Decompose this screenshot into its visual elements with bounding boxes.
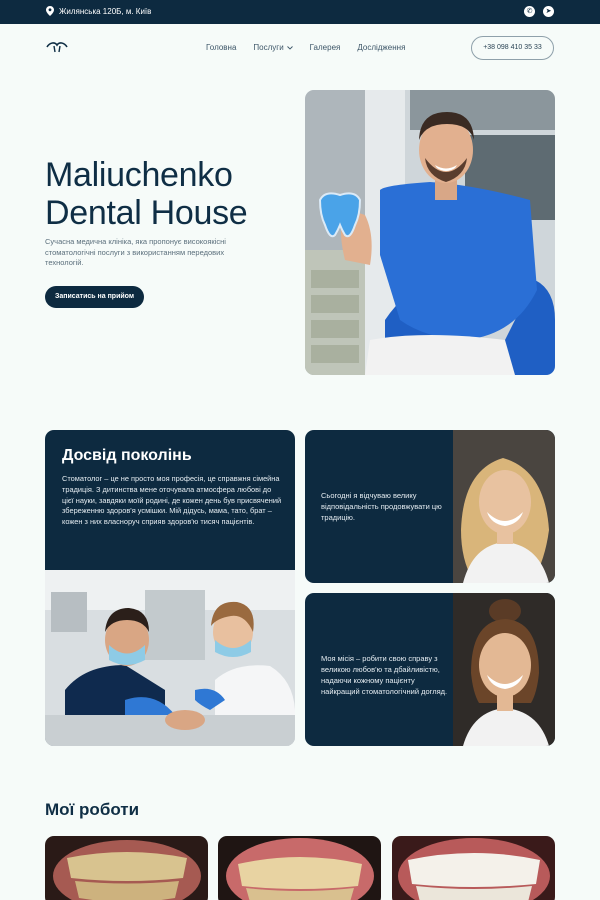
woman-portrait-2	[453, 593, 555, 746]
chevron-down-icon	[286, 45, 293, 50]
experience-title: Досвід поколінь	[62, 447, 192, 464]
works-title: Мої роботи	[45, 800, 140, 819]
nav-item-home[interactable]: Головна	[206, 43, 236, 52]
treatment-photo	[45, 570, 295, 746]
whatsapp-icon[interactable]: ✆	[524, 6, 535, 17]
nav-item-research[interactable]: Дослідження	[357, 43, 405, 52]
dentist-photo	[305, 90, 555, 375]
nav-item-services-label: Послуги	[253, 43, 284, 52]
mission-text: Моя місія – робити свою справу з великою…	[321, 654, 448, 696]
book-appointment-button[interactable]: Записатись на прийом	[45, 286, 144, 308]
nav-menu: Головна Послуги Галерея Дослідження	[206, 43, 405, 52]
mission-card: Моя місія – робити свою справу з великою…	[305, 593, 555, 746]
phone-button[interactable]: +38 098 410 35 33	[471, 36, 554, 60]
hero-title: Maliuchenko Dental House	[45, 156, 248, 232]
telegram-icon[interactable]: ➤	[543, 6, 554, 17]
tradition-card: Сьогодні я відчуваю велику відповідальні…	[305, 430, 555, 583]
address-text: Жилянська 120Б, м. Київ	[59, 6, 152, 16]
top-bar: Жилянська 120Б, м. Київ ✆ ➤	[0, 0, 600, 24]
logo-icon[interactable]	[46, 41, 68, 53]
nav-item-gallery[interactable]: Галерея	[310, 43, 341, 52]
address[interactable]: Жилянська 120Б, м. Київ	[46, 6, 151, 16]
experience-text: Стоматолог – це не просто моя професія, …	[62, 474, 282, 527]
hero-title-line1: Maliuchenko	[45, 156, 233, 194]
woman-portrait-1	[453, 430, 555, 583]
work-photo-1[interactable]	[45, 836, 208, 900]
hero-title-line2: Dental House	[45, 194, 248, 232]
work-photo-2[interactable]	[218, 836, 381, 900]
map-pin-icon	[46, 6, 54, 16]
experience-card: Досвід поколінь Стоматолог – це не прост…	[45, 430, 295, 746]
tradition-text: Сьогодні я відчуваю велику відповідальні…	[321, 491, 442, 522]
nav-item-services[interactable]: Послуги	[253, 43, 293, 52]
main-nav: Головна Послуги Галерея Дослідження +38 …	[0, 24, 600, 72]
social-links: ✆ ➤	[524, 6, 554, 17]
hero-description: Сучасна медична клініка, яка пропонує ви…	[45, 237, 226, 267]
work-photo-3[interactable]	[392, 836, 555, 900]
